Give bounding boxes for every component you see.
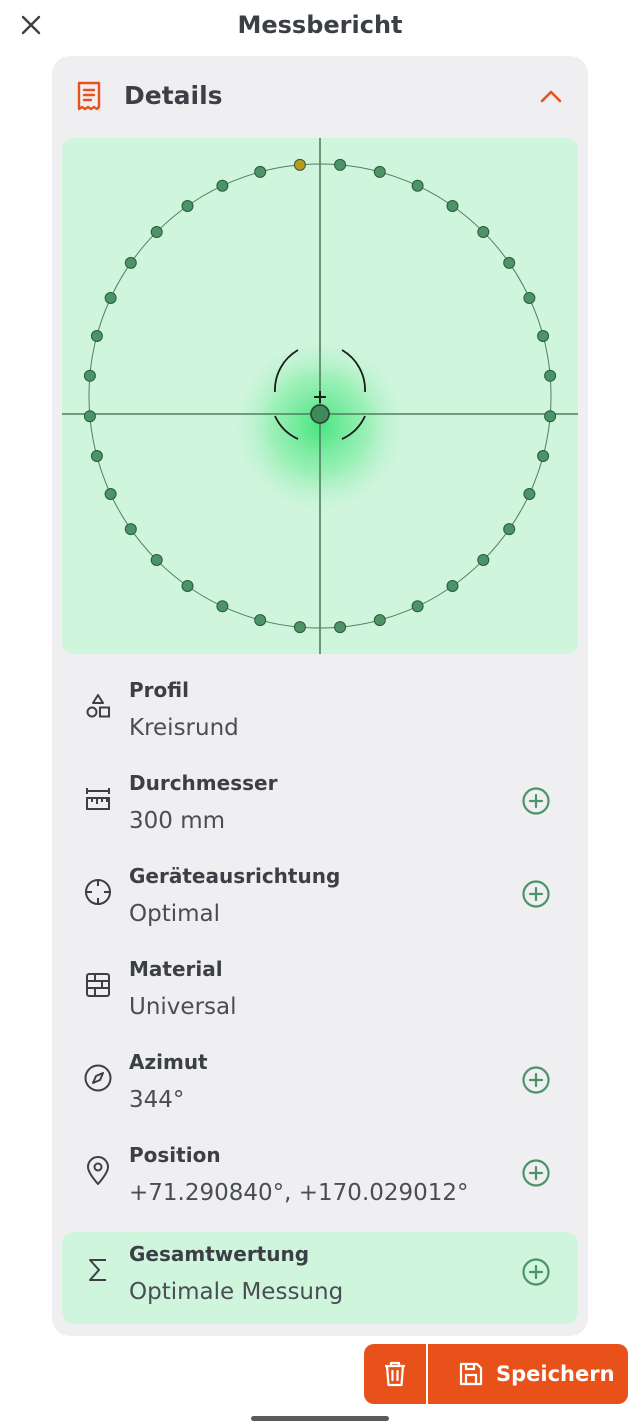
measurement-point — [181, 200, 194, 212]
plus-circle-icon — [522, 1066, 550, 1094]
row-label: Gesamtwertung — [129, 1242, 310, 1266]
add-diameter-button[interactable] — [520, 785, 552, 817]
measurement-plot-svg — [62, 138, 578, 654]
plus-circle-icon — [522, 1258, 550, 1286]
sigma-icon — [82, 1254, 114, 1286]
measurement-point — [181, 580, 194, 592]
location-pin-icon — [82, 1155, 114, 1187]
save-button[interactable]: Speichern — [428, 1344, 628, 1404]
measurement-point — [446, 580, 459, 592]
measurement-point — [83, 369, 96, 382]
measurement-point — [373, 614, 386, 627]
measurement-point — [293, 621, 306, 634]
save-label: Speichern — [496, 1362, 615, 1386]
crosshair-icon — [82, 876, 114, 908]
measurement-point — [254, 165, 267, 178]
measurement-point — [411, 600, 424, 613]
row-orientation: Geräteausrichtung Optimal — [62, 854, 578, 947]
chevron-up-icon[interactable] — [538, 84, 564, 108]
page-title: Messbericht — [237, 11, 403, 39]
measurement-point — [90, 450, 103, 462]
measurement-point — [503, 523, 516, 536]
row-label: Durchmesser — [129, 771, 278, 795]
measurement-point — [411, 179, 424, 192]
plus-circle-icon — [522, 787, 550, 815]
row-material: Material Universal — [62, 947, 578, 1040]
compass-icon — [82, 1062, 114, 1094]
measurement-point — [124, 256, 137, 269]
row-position: Position +71.290840°, +170.029012° — [62, 1133, 578, 1226]
measurement-point — [477, 554, 490, 566]
measurement-point — [537, 330, 550, 342]
add-orientation-button[interactable] — [520, 878, 552, 910]
measurement-point — [104, 488, 117, 500]
measurement-point — [216, 600, 229, 613]
measurement-point — [90, 330, 103, 342]
measurement-point — [544, 369, 557, 382]
plus-circle-icon — [522, 1159, 550, 1187]
measurement-point — [544, 410, 557, 423]
row-value: Kreisrund — [129, 715, 239, 741]
measurement-point-highlighted — [293, 158, 306, 171]
measurement-point — [373, 165, 386, 178]
measurement-point — [150, 554, 163, 566]
row-azimuth: Azimut 344° — [62, 1040, 578, 1133]
measurement-point — [150, 226, 163, 238]
measurement-point — [334, 158, 347, 171]
measurement-point — [503, 256, 516, 269]
top-bar: Messbericht — [0, 0, 640, 50]
measurement-point — [523, 292, 536, 304]
row-value: Optimal — [129, 901, 221, 927]
trash-icon — [385, 1361, 405, 1387]
row-total: Gesamtwertung Optimale Messung — [62, 1232, 578, 1324]
save-icon — [459, 1362, 483, 1386]
row-label: Position — [129, 1143, 221, 1167]
measurement-point — [523, 488, 536, 500]
row-value: Optimale Messung — [129, 1279, 344, 1305]
details-header[interactable]: Details — [52, 56, 588, 136]
row-value: 344° — [129, 1087, 185, 1113]
brick-wall-icon — [82, 969, 114, 1001]
measurement-point — [477, 226, 490, 238]
add-total-button[interactable] — [520, 1256, 552, 1288]
row-label: Material — [129, 957, 223, 981]
row-profile: Profil Kreisrund — [62, 668, 578, 761]
measurement-plot — [62, 138, 578, 654]
row-label: Profil — [129, 678, 189, 702]
row-label: Geräteausrichtung — [129, 864, 341, 888]
measurement-point — [216, 179, 229, 192]
details-title: Details — [124, 81, 223, 110]
row-label: Azimut — [129, 1050, 208, 1074]
measurement-point — [83, 410, 96, 423]
home-indicator — [251, 1416, 389, 1421]
row-value: +71.290840°, +170.029012° — [129, 1180, 469, 1206]
measurement-point — [124, 523, 137, 536]
measurement-point — [254, 614, 267, 627]
receipt-icon — [77, 81, 101, 111]
row-value: 300 mm — [129, 808, 226, 834]
shapes-icon — [82, 690, 114, 722]
measurement-point — [537, 450, 550, 462]
add-azimuth-button[interactable] — [520, 1064, 552, 1096]
detail-rows: Profil Kreisrund Durchmesser 300 mm Gerä… — [62, 668, 578, 1226]
plus-circle-icon — [522, 880, 550, 908]
ruler-icon — [82, 783, 114, 815]
add-position-button[interactable] — [520, 1157, 552, 1189]
measurement-point — [104, 292, 117, 304]
measurement-point — [446, 200, 459, 212]
center-dot — [310, 404, 330, 424]
row-diameter: Durchmesser 300 mm — [62, 761, 578, 854]
row-value: Universal — [129, 994, 237, 1020]
measurement-point — [334, 621, 347, 634]
delete-button[interactable] — [364, 1344, 426, 1404]
details-card: Details Profil Kreisrund Durchmesser 300… — [52, 56, 588, 1336]
